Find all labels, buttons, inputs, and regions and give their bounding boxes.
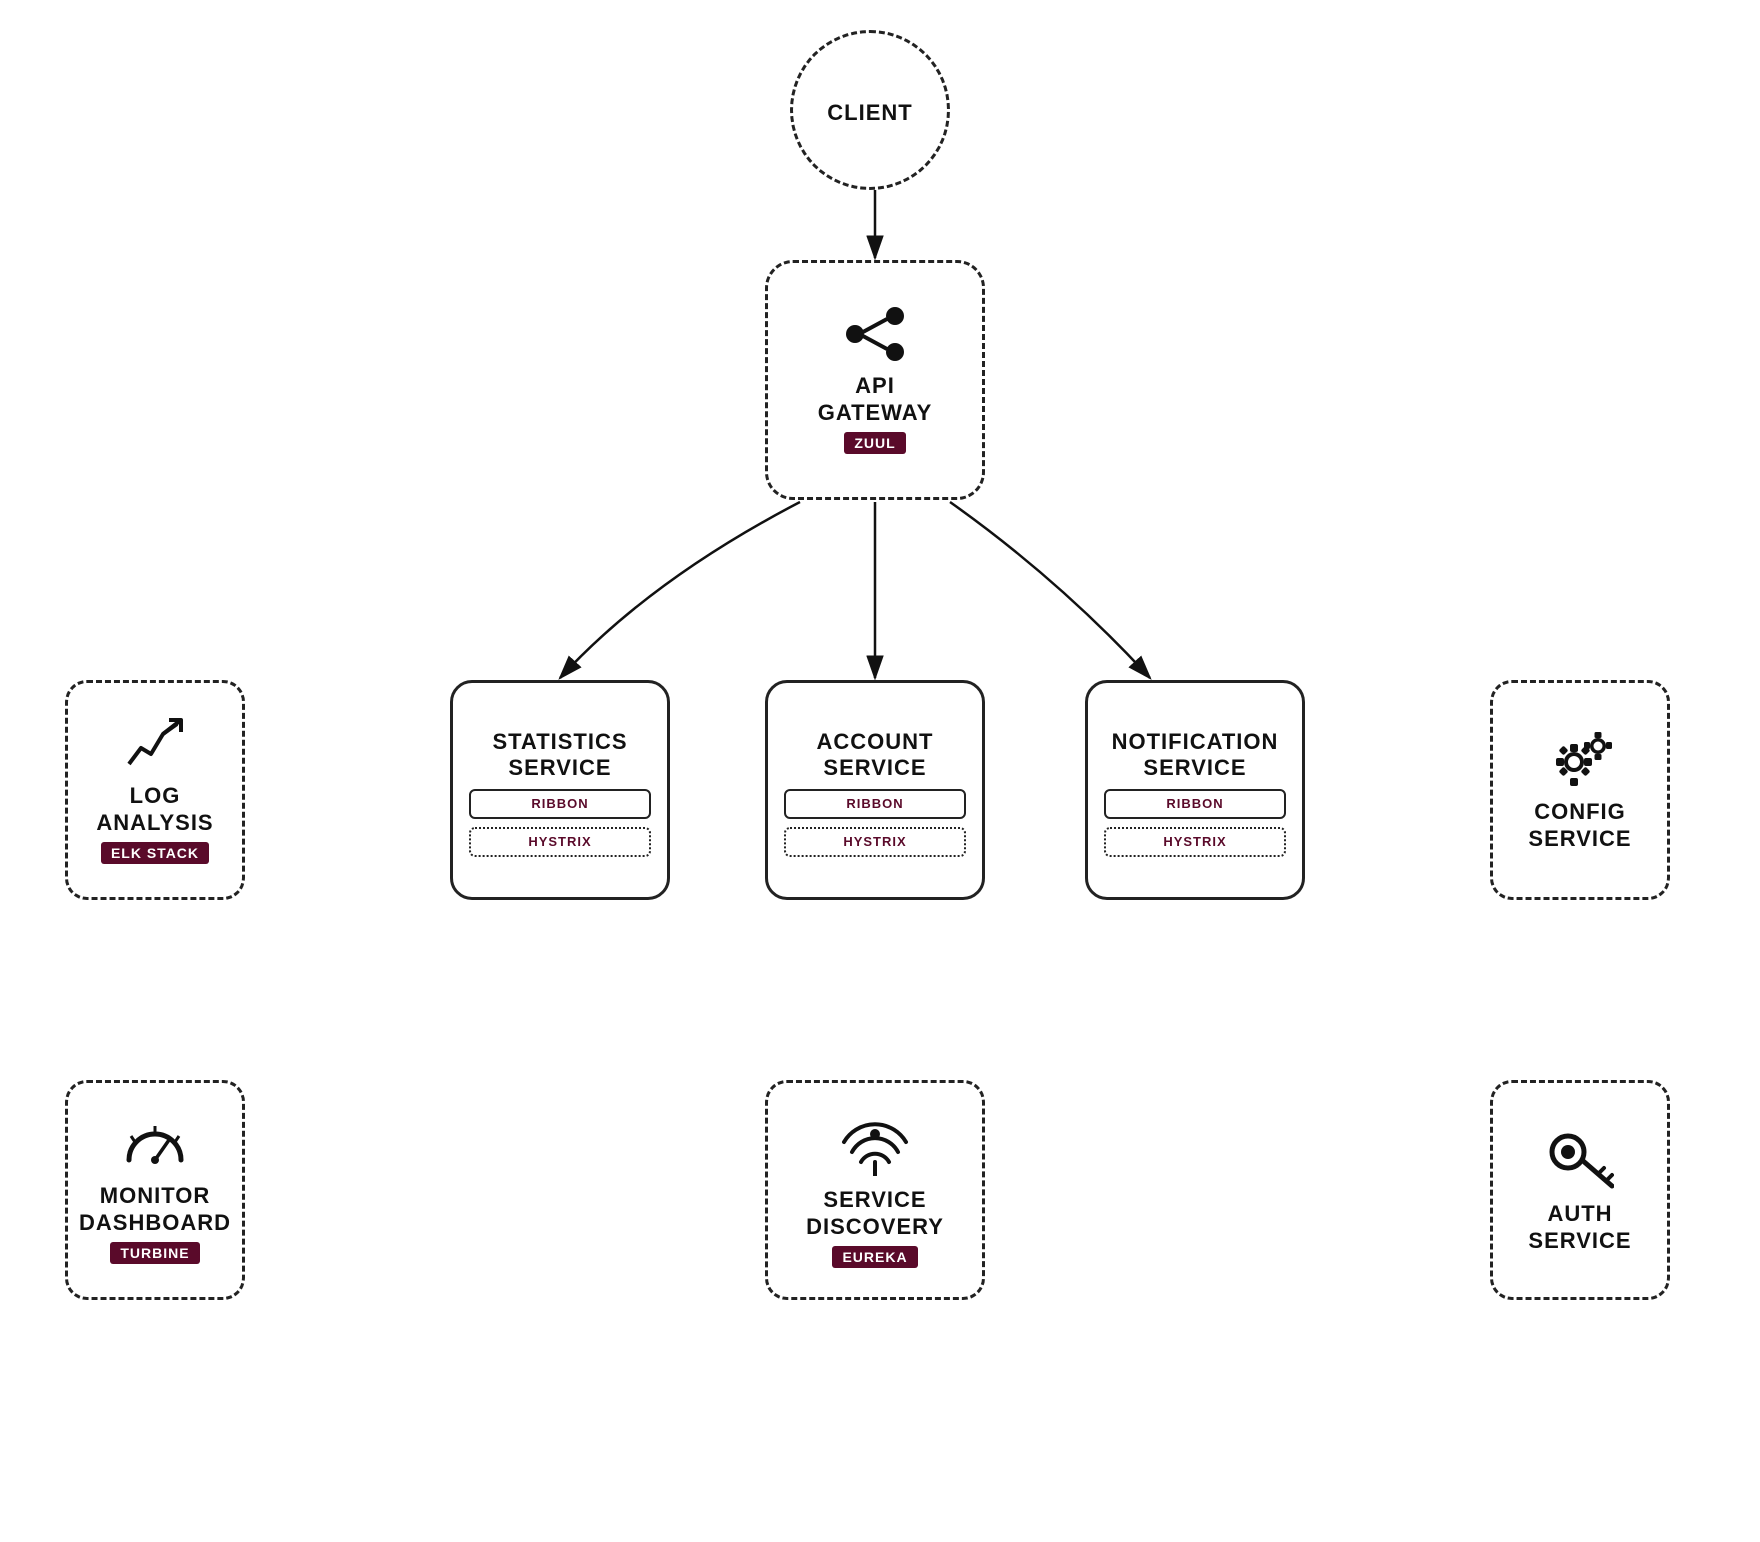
hystrix-label-notification: HYSTRIX (1163, 834, 1226, 849)
signal-icon (841, 1112, 909, 1181)
ribbon-label-stats: RIBBON (531, 796, 588, 811)
stats-service-node: STATISTICSSERVICE RIBBON HYSTRIX (450, 680, 670, 900)
service-discovery-node: SERVICEDISCOVERY EUREKA (765, 1080, 985, 1300)
ribbon-box-notification: RIBBON (1104, 789, 1286, 819)
client-node: CLIENT (790, 30, 950, 190)
key-icon (1546, 1126, 1614, 1195)
service-discovery-label: SERVICEDISCOVERY (806, 1187, 944, 1240)
notification-label: NOTIFICATIONSERVICE (1112, 729, 1279, 782)
hystrix-box-notification: HYSTRIX (1104, 827, 1286, 857)
hystrix-label-stats: HYSTRIX (528, 834, 591, 849)
turbine-badge: TURBINE (110, 1242, 199, 1264)
hystrix-label-account: HYSTRIX (843, 834, 906, 849)
stats-label: STATISTICSSERVICE (492, 729, 627, 782)
zuul-badge: ZUUL (844, 432, 905, 454)
hystrix-box-stats: HYSTRIX (469, 827, 651, 857)
config-service-node: CONFIGSERVICE (1490, 680, 1670, 900)
auth-service-node: AUTHSERVICE (1490, 1080, 1670, 1300)
ribbon-label-account: RIBBON (846, 796, 903, 811)
share-icon (843, 306, 907, 367)
gateway-node: APIGATEWAY ZUUL (765, 260, 985, 500)
client-label: CLIENT (827, 100, 912, 126)
speedometer-icon (121, 1116, 189, 1177)
gear-icon (1546, 728, 1614, 793)
monitor-label: MONITORDASHBOARD (79, 1183, 231, 1236)
monitor-dashboard-node: MONITORDASHBOARD TURBINE (65, 1080, 245, 1300)
log-analysis-label: LOGANALYSIS (96, 783, 213, 836)
account-label: ACCOUNTSERVICE (817, 729, 934, 782)
elk-badge: ELK STACK (101, 842, 209, 864)
eureka-badge: EUREKA (832, 1246, 917, 1268)
hystrix-box-account: HYSTRIX (784, 827, 966, 857)
auth-label: AUTHSERVICE (1528, 1201, 1631, 1254)
gateway-label: APIGATEWAY (818, 373, 933, 426)
architecture-diagram: CLIENT APIGATEWAY ZUUL (0, 0, 1760, 1542)
analysis-icon (125, 716, 185, 777)
ribbon-box-account: RIBBON (784, 789, 966, 819)
account-service-node: ACCOUNTSERVICE RIBBON HYSTRIX (765, 680, 985, 900)
log-analysis-node: LOGANALYSIS ELK STACK (65, 680, 245, 900)
ribbon-box-stats: RIBBON (469, 789, 651, 819)
notification-service-node: NOTIFICATIONSERVICE RIBBON HYSTRIX (1085, 680, 1305, 900)
config-label: CONFIGSERVICE (1528, 799, 1631, 852)
ribbon-label-notification: RIBBON (1166, 796, 1223, 811)
